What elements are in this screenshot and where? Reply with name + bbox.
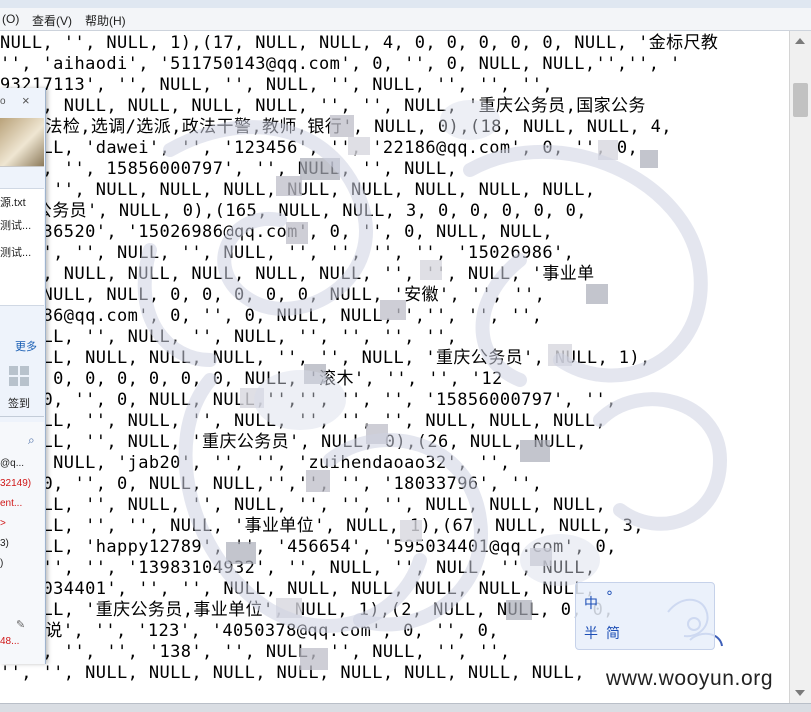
editor-line: NULL, '', NULL, 1),(17, NULL, NULL, 4, 0… (0, 33, 719, 53)
editor-line: m', 0, '', 0, NULL, NULL,'','', '', '', … (0, 390, 617, 410)
panel-list-line: ent... (0, 498, 23, 509)
ime-halfwidth-label[interactable]: 半 (584, 623, 598, 643)
checkin-button[interactable]: 签到 (8, 395, 30, 411)
edit-icon[interactable]: ✎ (16, 618, 25, 631)
mosaic-block (420, 260, 442, 280)
panel-marker-icon: o (0, 96, 6, 107)
editor-line: 6815', '', NULL, '', NULL, '', '', '', '… (0, 243, 575, 263)
mosaic-block (226, 542, 256, 564)
editor-line: 'zj@36520', '15026986@qq.com', 0, '', 0,… (0, 222, 554, 242)
editor-line: NULL, NULL, NULL, NULL, NULL, '', '', NU… (0, 96, 646, 116)
mosaic-block (300, 648, 328, 670)
panel-list-line: 3) (0, 538, 9, 549)
mosaic-block (240, 388, 264, 408)
mosaic-block (306, 470, 330, 492)
editor-line: , NULL, 'happy12789', '', '456654', '595… (0, 537, 617, 557)
menu-item-format[interactable]: (O) (2, 12, 19, 26)
editor-line: 122186@qq.com', 0, '', 0, NULL, NULL,'',… (0, 306, 543, 326)
menu-bar: (O) 查看(V) 帮助(H) (0, 8, 811, 31)
editor-line: , NULL, 'dawei', '', '123456', '', '2218… (0, 138, 639, 158)
scroll-thumb[interactable] (793, 83, 808, 117)
editor-line: '', '', '', '13983104932', '', NULL, '',… (0, 558, 596, 578)
scroll-up-arrow-icon[interactable] (795, 38, 805, 44)
file-item[interactable]: 源.txt (0, 194, 26, 210)
editor-line: NULL, NULL, NULL, NULL, NULL, NULL, '', … (0, 264, 595, 284)
apps-grid-icon[interactable] (9, 366, 29, 386)
editor-line: , '', '', '', '138', '', NULL, '', NULL,… (0, 642, 511, 662)
editor-line: m', 0, '', 0, NULL, NULL,'','', '', '180… (0, 474, 543, 494)
panel-list-line: 32149) (0, 478, 32, 489)
mosaic-block (300, 158, 340, 180)
editor-line: 93217113', '', NULL, '', NULL, '', NULL,… (0, 75, 554, 95)
ime-simplified-label[interactable]: 简 (606, 623, 620, 643)
file-list: 源.txt 测试... 测试... (0, 188, 44, 306)
mosaic-block (330, 115, 354, 137)
scroll-down-arrow-icon[interactable] (795, 690, 805, 696)
panel-list-line: > (0, 518, 6, 529)
file-item[interactable]: 测试... (0, 217, 31, 233)
mosaic-block (640, 150, 658, 168)
mosaic-block (366, 424, 388, 444)
panel-list-line: ) (0, 558, 4, 569)
mosaic-block (276, 598, 302, 618)
editor-line: '', 'aihaodi', '511750143@qq.com', 0, ''… (0, 54, 681, 74)
ime-chinese-mode-label[interactable]: 中 (584, 593, 598, 613)
more-link[interactable]: 更多 (15, 338, 37, 354)
site-watermark: www.wooyun.org (606, 667, 774, 690)
editor-line: , NULL, '', NULL, '', NULL, '', '', '', … (0, 495, 607, 515)
panel-bottom-line: 48... (0, 636, 20, 647)
mosaic-block (348, 137, 370, 155)
editor-line: '', '', NULL, NULL, NULL, NULL, NULL, NU… (0, 663, 585, 683)
editor-line: 31, NULL, NULL, 0, 0, 0, 0, 0, NULL, '安徽… (0, 285, 546, 305)
editor-line: , NULL, '', NULL, '重庆公务员', NULL, 0),(26,… (0, 432, 587, 452)
editor-line: , NULL, '', NULL, '', NULL, '', '', '', … (0, 327, 458, 347)
editor-line: 重庆公务员', NULL, 0),(165, NULL, NULL, 3, 0,… (0, 201, 587, 221)
mosaic-block (598, 140, 618, 160)
editor-line: , NULL, '', '', NULL, '事业单位', NULL, 1),(… (0, 516, 644, 536)
mosaic-block (520, 440, 550, 462)
ime-status-chip[interactable]: 中 ° 半 简 (575, 582, 715, 650)
ime-punct-label[interactable]: ° (606, 589, 613, 605)
mosaic-block (586, 284, 608, 304)
panel-thumbnail (0, 118, 44, 167)
editor-line: , NULL, '', NULL, '', NULL, '', '', '', … (0, 411, 607, 431)
mosaic-block (276, 176, 302, 196)
side-panel: o × 源.txt 测试... 测试... 更多 签到 ⌕ @q... 32149… (0, 88, 46, 664)
editor-line: '杜能说', '', '123', '4050378@qq.com', 0, '… (0, 621, 499, 641)
close-icon[interactable]: × (22, 93, 30, 108)
panel-list-line: @q... (0, 458, 25, 469)
editor-line: '595034401', '', '', NULL, NULL, NULL, N… (0, 579, 596, 599)
editor-line: , 0, NULL, 'jab20', '', '', 'zuihendaoao… (0, 453, 511, 473)
mosaic-block (286, 222, 308, 244)
search-icon[interactable]: ⌕ (28, 433, 35, 448)
mosaic-block (380, 300, 406, 320)
panel-divider (0, 416, 44, 417)
mosaic-block (530, 548, 552, 566)
mosaic-block (304, 364, 326, 384)
mosaic-block (400, 520, 422, 542)
editor-line: , 4, 0, 0, 0, 0, 0, 0, NULL, '滚木', '', '… (0, 369, 503, 389)
editor-line: , '', '', 15856000797', '', NULL, '', NU… (0, 159, 458, 179)
mosaic-block (506, 600, 532, 620)
vertical-scrollbar[interactable] (789, 31, 811, 703)
menu-item-help[interactable]: 帮助(H) (85, 12, 126, 29)
file-item[interactable]: 测试... (0, 244, 31, 260)
mosaic-block (548, 344, 572, 366)
menu-item-view[interactable]: 查看(V) (32, 12, 72, 29)
